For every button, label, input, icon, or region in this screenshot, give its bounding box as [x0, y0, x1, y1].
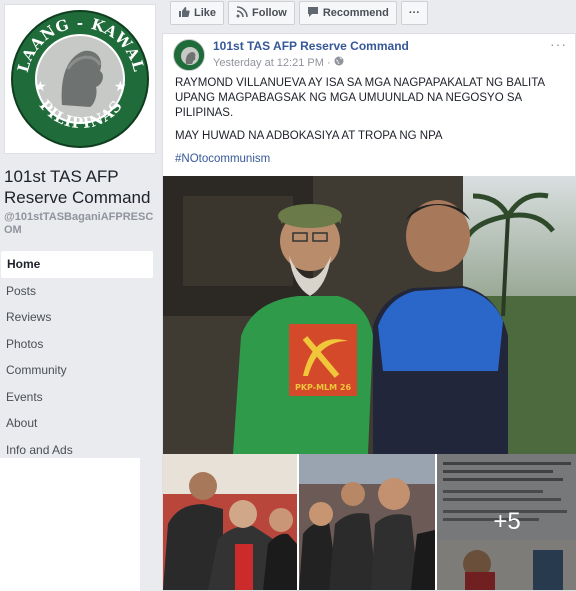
- more-dots-icon: ···: [408, 7, 420, 19]
- nav-item-photos[interactable]: Photos: [0, 331, 160, 358]
- recommend-label: Recommend: [322, 7, 389, 19]
- post-paragraph-2: MAY HUWAD NA ADBOKASIYA AT TROPA NG NPA: [175, 130, 443, 142]
- post-time-text: Yesterday at 12:21 PM ·: [213, 56, 331, 69]
- page-nav: Home Posts Reviews Photos Community Even…: [0, 251, 160, 463]
- nav-item-reviews[interactable]: Reviews: [0, 304, 160, 331]
- logo-top-text: LAANG - KAWAL: [14, 14, 147, 74]
- speech-bubble-icon: [307, 6, 319, 21]
- like-label: Like: [194, 7, 217, 19]
- page-sidebar: ★ ★ LAANG - KAWAL PILIPINAS 101st TAS AF…: [0, 0, 160, 591]
- post-author-avatar[interactable]: [173, 39, 205, 71]
- rss-icon: [236, 5, 248, 21]
- page-title[interactable]: 101st TAS AFP Reserve Command: [4, 166, 158, 208]
- follow-label: Follow: [252, 7, 287, 19]
- shirt-print-text: PKP-MLM 26: [295, 383, 351, 392]
- globe-icon: [334, 56, 344, 69]
- page-action-bar: Like Follow Recommend ···: [170, 1, 428, 25]
- svg-text:LAANG - KAWAL: LAANG - KAWAL: [14, 14, 148, 74]
- logo-bottom-text: PILIPINAS: [36, 96, 126, 132]
- more-photos-overlay[interactable]: +5: [437, 454, 576, 590]
- post-message: RAYMOND VILLANUEVA AY ISA SA MGA NAGPAPA…: [175, 76, 567, 175]
- post-photo-thumb-3[interactable]: +5: [437, 454, 576, 590]
- post-author-name[interactable]: 101st TAS AFP Reserve Command: [213, 39, 409, 53]
- sidebar-panel: [0, 458, 140, 591]
- hashtag-link[interactable]: #NOtocommunism: [175, 153, 270, 165]
- more-options-button[interactable]: ···: [400, 1, 428, 25]
- nav-item-community[interactable]: Community: [0, 357, 160, 384]
- post-photo-thumb-1[interactable]: [163, 454, 297, 590]
- like-button[interactable]: Like: [170, 1, 225, 25]
- page-handle[interactable]: @101stTASBaganiAFPRESCOM: [4, 211, 158, 237]
- thumbs-up-icon: [178, 6, 190, 21]
- svg-text:PILIPINAS: PILIPINAS: [36, 96, 127, 132]
- post-main-photo[interactable]: PKP-MLM 26: [163, 176, 576, 454]
- recommend-button[interactable]: Recommend: [298, 1, 397, 25]
- post-photo-thumb-2[interactable]: [299, 454, 435, 590]
- nav-item-home[interactable]: Home: [1, 251, 153, 278]
- follow-button[interactable]: Follow: [228, 1, 295, 25]
- nav-item-posts[interactable]: Posts: [0, 278, 160, 305]
- post-card: 101st TAS AFP Reserve Command Yesterday …: [162, 33, 576, 591]
- nav-item-about[interactable]: About: [0, 410, 160, 437]
- page-logo[interactable]: ★ ★ LAANG - KAWAL PILIPINAS: [4, 4, 156, 154]
- post-paragraph-1: RAYMOND VILLANUEVA AY ISA SA MGA NAGPAPA…: [175, 77, 545, 119]
- post-options-menu[interactable]: ···: [550, 36, 567, 52]
- nav-item-events[interactable]: Events: [0, 384, 160, 411]
- post-timestamp[interactable]: Yesterday at 12:21 PM ·: [213, 56, 344, 69]
